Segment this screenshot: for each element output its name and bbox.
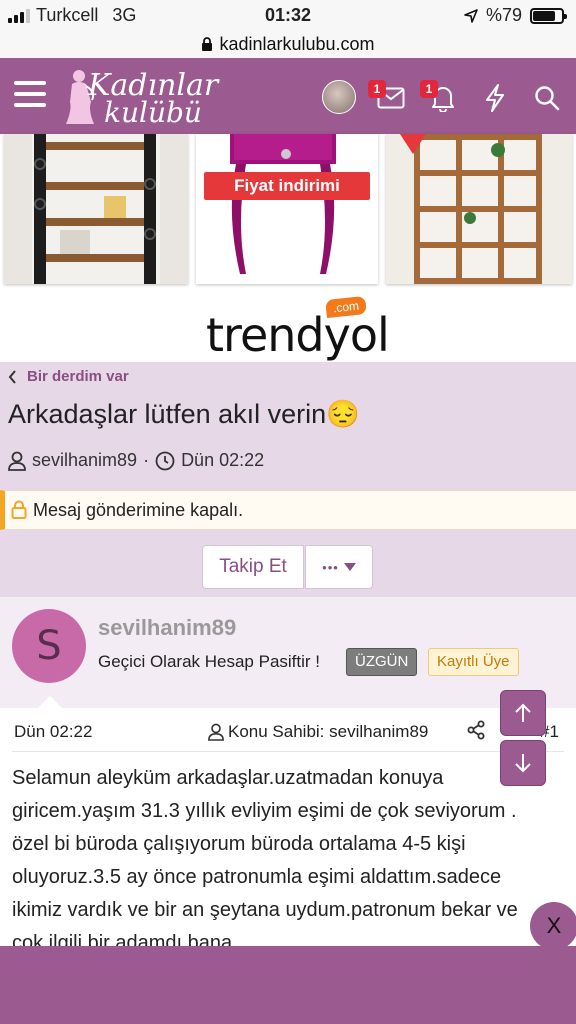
caret-down-icon: [343, 563, 356, 571]
ad-product-bookcase[interactable]: [386, 134, 572, 284]
thread-date[interactable]: Dün 02:22: [181, 450, 264, 471]
status-right: %79: [464, 5, 567, 26]
search-icon: [535, 86, 560, 111]
lock-icon: [202, 36, 213, 51]
mood-badge: ÜZGÜN: [346, 648, 418, 676]
ad-product-nightstand[interactable]: [196, 134, 378, 284]
breadcrumb-link[interactable]: Bir derdim var: [27, 368, 129, 385]
user-icon: [208, 723, 224, 741]
ad-product-shelf[interactable]: [4, 134, 188, 284]
more-options-button[interactable]: •••: [305, 545, 373, 589]
author-avatar[interactable]: S: [12, 609, 86, 683]
discount-label: Fiyat indirimi: [204, 172, 370, 200]
close-ad-button[interactable]: X: [530, 902, 576, 950]
lock-icon: [11, 500, 27, 519]
address-bar[interactable]: kadinlarkulubu.com: [0, 30, 576, 58]
closed-notice: Mesaj gönderimine kapalı.: [0, 490, 576, 530]
thread-author[interactable]: sevilhanim89: [32, 450, 137, 471]
post-date[interactable]: Dün 02:22: [14, 722, 92, 742]
more-dots: •••: [322, 559, 339, 575]
user-title: Geçici Olarak Hesap Pasiftir !: [98, 652, 321, 671]
scroll-bottom-button[interactable]: [500, 740, 546, 786]
post-meta: Dün 02:22 Konu Sahibi: sevilhanim89 #1: [12, 708, 564, 752]
share-button[interactable]: [466, 720, 486, 745]
share-icon: [467, 720, 485, 740]
thread-owner: Konu Sahibi: sevilhanim89: [208, 722, 428, 742]
user-avatar[interactable]: [322, 80, 356, 114]
thread-owner-label: Konu Sahibi: sevilhanim89: [228, 722, 429, 741]
battery-fill: [533, 10, 556, 21]
brand-name: trendyol: [206, 308, 390, 362]
logo-text-line2: kulübü: [104, 96, 202, 129]
product-image: [196, 134, 378, 284]
site-logo[interactable]: Kadınlar kulübü: [64, 66, 224, 129]
battery-icon: [530, 7, 567, 24]
user-icon: [8, 451, 26, 471]
alerts-badge: 1: [420, 80, 438, 98]
thread-header: Bir derdim var Arkadaşlar lütfen akıl ve…: [0, 362, 576, 490]
battery-percent: %79: [485, 5, 522, 25]
product-image: [386, 134, 572, 284]
whats-new-button[interactable]: [478, 82, 512, 114]
chevron-left-icon: [8, 369, 16, 384]
arrow-up-icon: [515, 703, 531, 722]
thread-meta: sevilhanim89 · Dün 02:22: [8, 450, 264, 471]
meta-separator: ·: [143, 450, 150, 470]
bolt-icon: [486, 84, 504, 112]
location-arrow-icon: [464, 8, 478, 23]
scroll-top-button[interactable]: [500, 690, 546, 736]
advertisement[interactable]: Fiyat indirimi trendyol .com: [0, 134, 576, 362]
closed-notice-text: Mesaj gönderimine kapalı.: [33, 499, 244, 520]
post-author-panel: S sevilhanim89 Geçici Olarak Hesap Pasif…: [0, 596, 576, 708]
product-image: [4, 134, 188, 284]
clock-icon: [155, 451, 175, 470]
search-button[interactable]: [530, 82, 564, 114]
post-content: Selamun aleyküm arkadaşlar.uzatmadan kon…: [12, 767, 518, 946]
follow-button[interactable]: Takip Et: [202, 545, 304, 589]
url-text: kadinlarkulubu.com: [219, 33, 375, 54]
status-bar: Turkcell 3G 01:32 %79: [0, 0, 576, 30]
thread-actions: Takip Et •••: [0, 530, 576, 596]
arrow-down-icon: [515, 754, 531, 773]
menu-icon[interactable]: [14, 81, 46, 107]
author-pointer: [38, 696, 62, 708]
bottom-ad-banner[interactable]: [0, 946, 576, 1024]
member-badge: Kayıtlı Üye: [428, 648, 519, 676]
inbox-badge: 1: [368, 80, 386, 98]
page-title: Arkadaşlar lütfen akıl verin😔: [8, 399, 360, 429]
breadcrumb[interactable]: Bir derdim var: [8, 368, 129, 385]
post-author-name[interactable]: sevilhanim89: [98, 615, 236, 641]
